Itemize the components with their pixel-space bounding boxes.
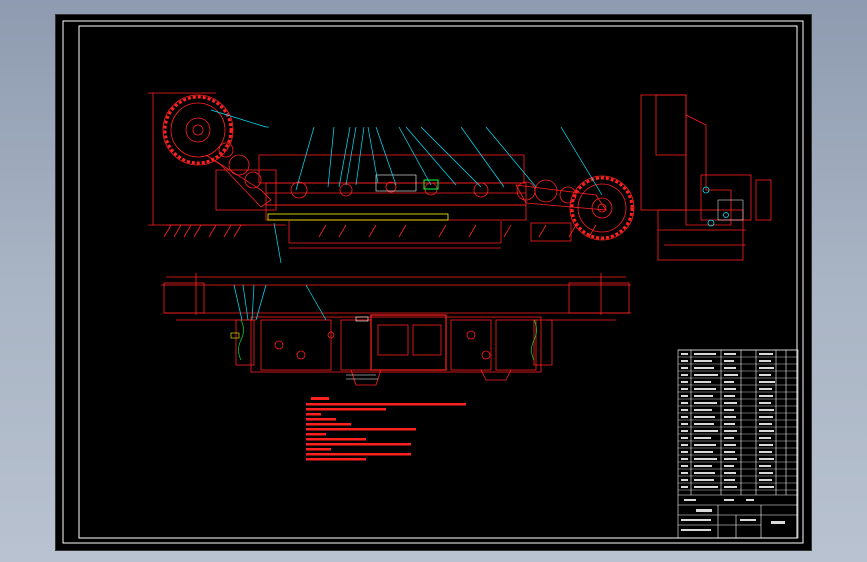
outer-frame [62,20,804,544]
plan-leaders [233,284,327,321]
inner-frame [78,25,798,539]
plan-view [161,273,631,386]
technical-notes [306,397,466,461]
left-cutting-drum [162,94,234,166]
bom-text-marks [681,353,785,531]
part-leaders [210,109,603,264]
drawing-canvas [62,20,804,544]
cad-model-space[interactable] [55,14,812,551]
elevation-view [148,92,772,261]
